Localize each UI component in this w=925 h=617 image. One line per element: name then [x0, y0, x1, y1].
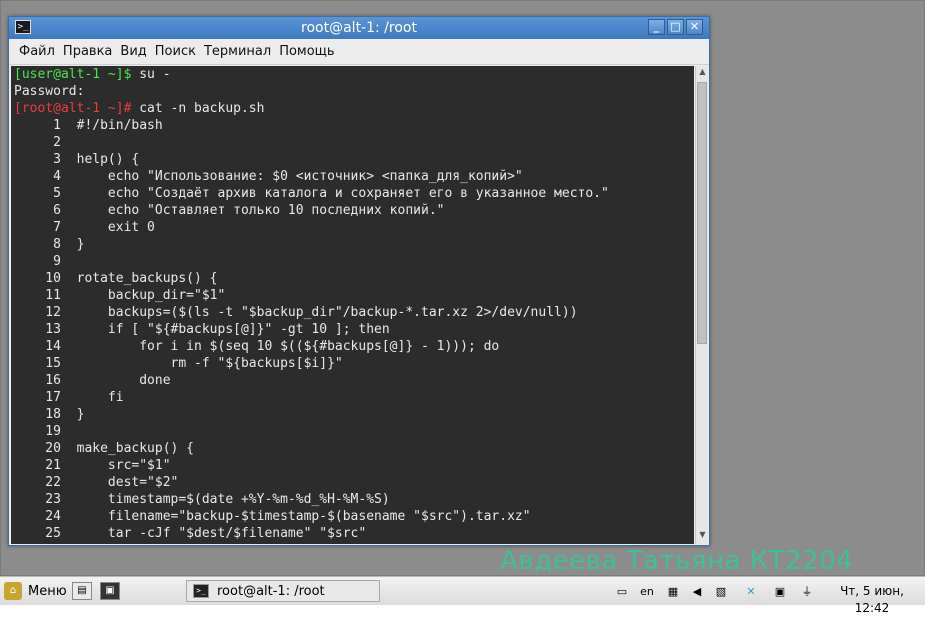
menu-file[interactable]: Файл [19, 44, 55, 59]
script-line: 6 echo "Оставляет только 10 последних ко… [14, 203, 445, 218]
script-line: 5 echo "Создаёт архив каталога и сохраня… [14, 186, 609, 201]
command-text: cat -n backup.sh [131, 101, 265, 116]
keyboard-layout-indicator[interactable]: en [638, 583, 656, 600]
scroll-up-icon[interactable]: ▲ [697, 67, 708, 79]
terminal-scrollbar[interactable]: ▲ ▼ [695, 66, 708, 544]
menu-search[interactable]: Поиск [155, 44, 196, 59]
menu-terminal[interactable]: Терминал [204, 44, 271, 59]
script-line: 25 tar -cJf "$dest/$filename" "$src" [14, 526, 367, 541]
close-button[interactable]: ✕ [686, 19, 703, 35]
script-line: 18 } [14, 407, 85, 422]
terminal-launcher-icon[interactable]: ▣ [100, 582, 120, 600]
terminal-line: [user@alt-1 ~]$ su - [11, 66, 694, 83]
power-icon[interactable]: ⏚ [798, 583, 816, 600]
script-line: 24 filename="backup-$timestamp-$(basenam… [14, 509, 531, 524]
script-line: 15 rm -f "${backups[$i]}" [14, 356, 343, 371]
root-prompt: [root@alt-1 ~]# [14, 101, 132, 116]
script-line: 2 [14, 135, 77, 150]
script-line: 21 src="$1" [14, 458, 171, 473]
network-icon[interactable]: ▣ [770, 583, 790, 600]
desktop-overlay-text: Авдеева Татьяна КТ2204 [500, 546, 854, 576]
taskbar-task-terminal[interactable]: >_ root@alt-1: /root [186, 580, 380, 602]
script-line: 13 if [ "${#backups[@]}" -gt 10 ]; then [14, 322, 390, 337]
script-line: 14 for i in $(seq 10 $((${#backups[@]} -… [14, 339, 500, 354]
clipboard-icon[interactable]: ▧ [712, 583, 730, 600]
task-label: root@alt-1: /root [217, 583, 325, 599]
menu-edit[interactable]: Правка [63, 44, 112, 59]
script-line: 7 exit 0 [14, 220, 155, 235]
terminal-task-icon: >_ [193, 584, 209, 598]
script-line: 10 rotate_backups() { [14, 271, 218, 286]
script-line: 9 [14, 254, 77, 269]
script-line: 11 backup_dir="$1" [14, 288, 226, 303]
start-menu-label: Меню [28, 583, 67, 599]
update-icon[interactable]: ✕ [740, 583, 762, 600]
script-line: 4 echo "Использование: $0 <источник> <па… [14, 169, 523, 184]
scroll-thumb[interactable] [697, 82, 707, 344]
menu-help[interactable]: Помощь [279, 44, 334, 59]
script-line: 12 backups=($(ls -t "$backup_dir"/backup… [14, 305, 578, 320]
taskbar: ⌂ Меню ▤ ▣ >_ root@alt-1: /root ▭ en ▦ ◀… [0, 576, 925, 615]
script-line: 3 help() { [14, 152, 140, 167]
command-text: su - [131, 67, 171, 82]
volume-icon[interactable]: ◀ [688, 583, 706, 600]
terminal-window[interactable]: >_ root@alt-1: /root _ □ ✕ Файл Правка В… [8, 16, 710, 546]
terminal-line: [root@alt-1 ~]# cat -n backup.sh [11, 100, 694, 117]
user-prompt: [user@alt-1 ~]$ [14, 67, 132, 82]
clock[interactable]: Чт, 5 июн, 12:42 [822, 583, 922, 615]
script-line: 20 make_backup() { [14, 441, 195, 456]
minimize-button[interactable]: _ [648, 19, 665, 35]
alt-logo-icon: ⌂ [4, 582, 22, 600]
maximize-button[interactable]: □ [667, 19, 684, 35]
script-line: 23 timestamp=$(date +%Y-%m-%d_%H-%M-%S) [14, 492, 390, 507]
window-titlebar[interactable]: >_ root@alt-1: /root _ □ ✕ [9, 17, 709, 39]
terminal-output[interactable]: [user@alt-1 ~]$ su - Password: [root@alt… [11, 66, 694, 544]
menu-view[interactable]: Вид [120, 44, 146, 59]
script-line: 8 } [14, 237, 85, 252]
file-manager-icon[interactable]: ▤ [72, 582, 92, 600]
menubar: Файл Правка Вид Поиск Терминал Помощь [9, 39, 709, 65]
window-title: root@alt-1: /root [301, 20, 417, 36]
screen-settings-icon[interactable]: ▦ [664, 583, 682, 600]
window-list-icon[interactable]: ▭ [614, 583, 630, 600]
scroll-down-icon[interactable]: ▼ [697, 530, 708, 542]
script-line: 16 done [14, 373, 171, 388]
script-line: 19 [14, 424, 77, 439]
script-line: 17 fi [14, 390, 124, 405]
start-menu-button[interactable]: ⌂ Меню [4, 580, 68, 602]
script-line: 1 #!/bin/bash [14, 118, 163, 133]
terminal-line: Password: [14, 84, 85, 99]
script-line: 22 dest="$2" [14, 475, 179, 490]
script-listing: 1 #!/bin/bash 2 3 help() { 4 echo "Испол… [11, 117, 694, 542]
